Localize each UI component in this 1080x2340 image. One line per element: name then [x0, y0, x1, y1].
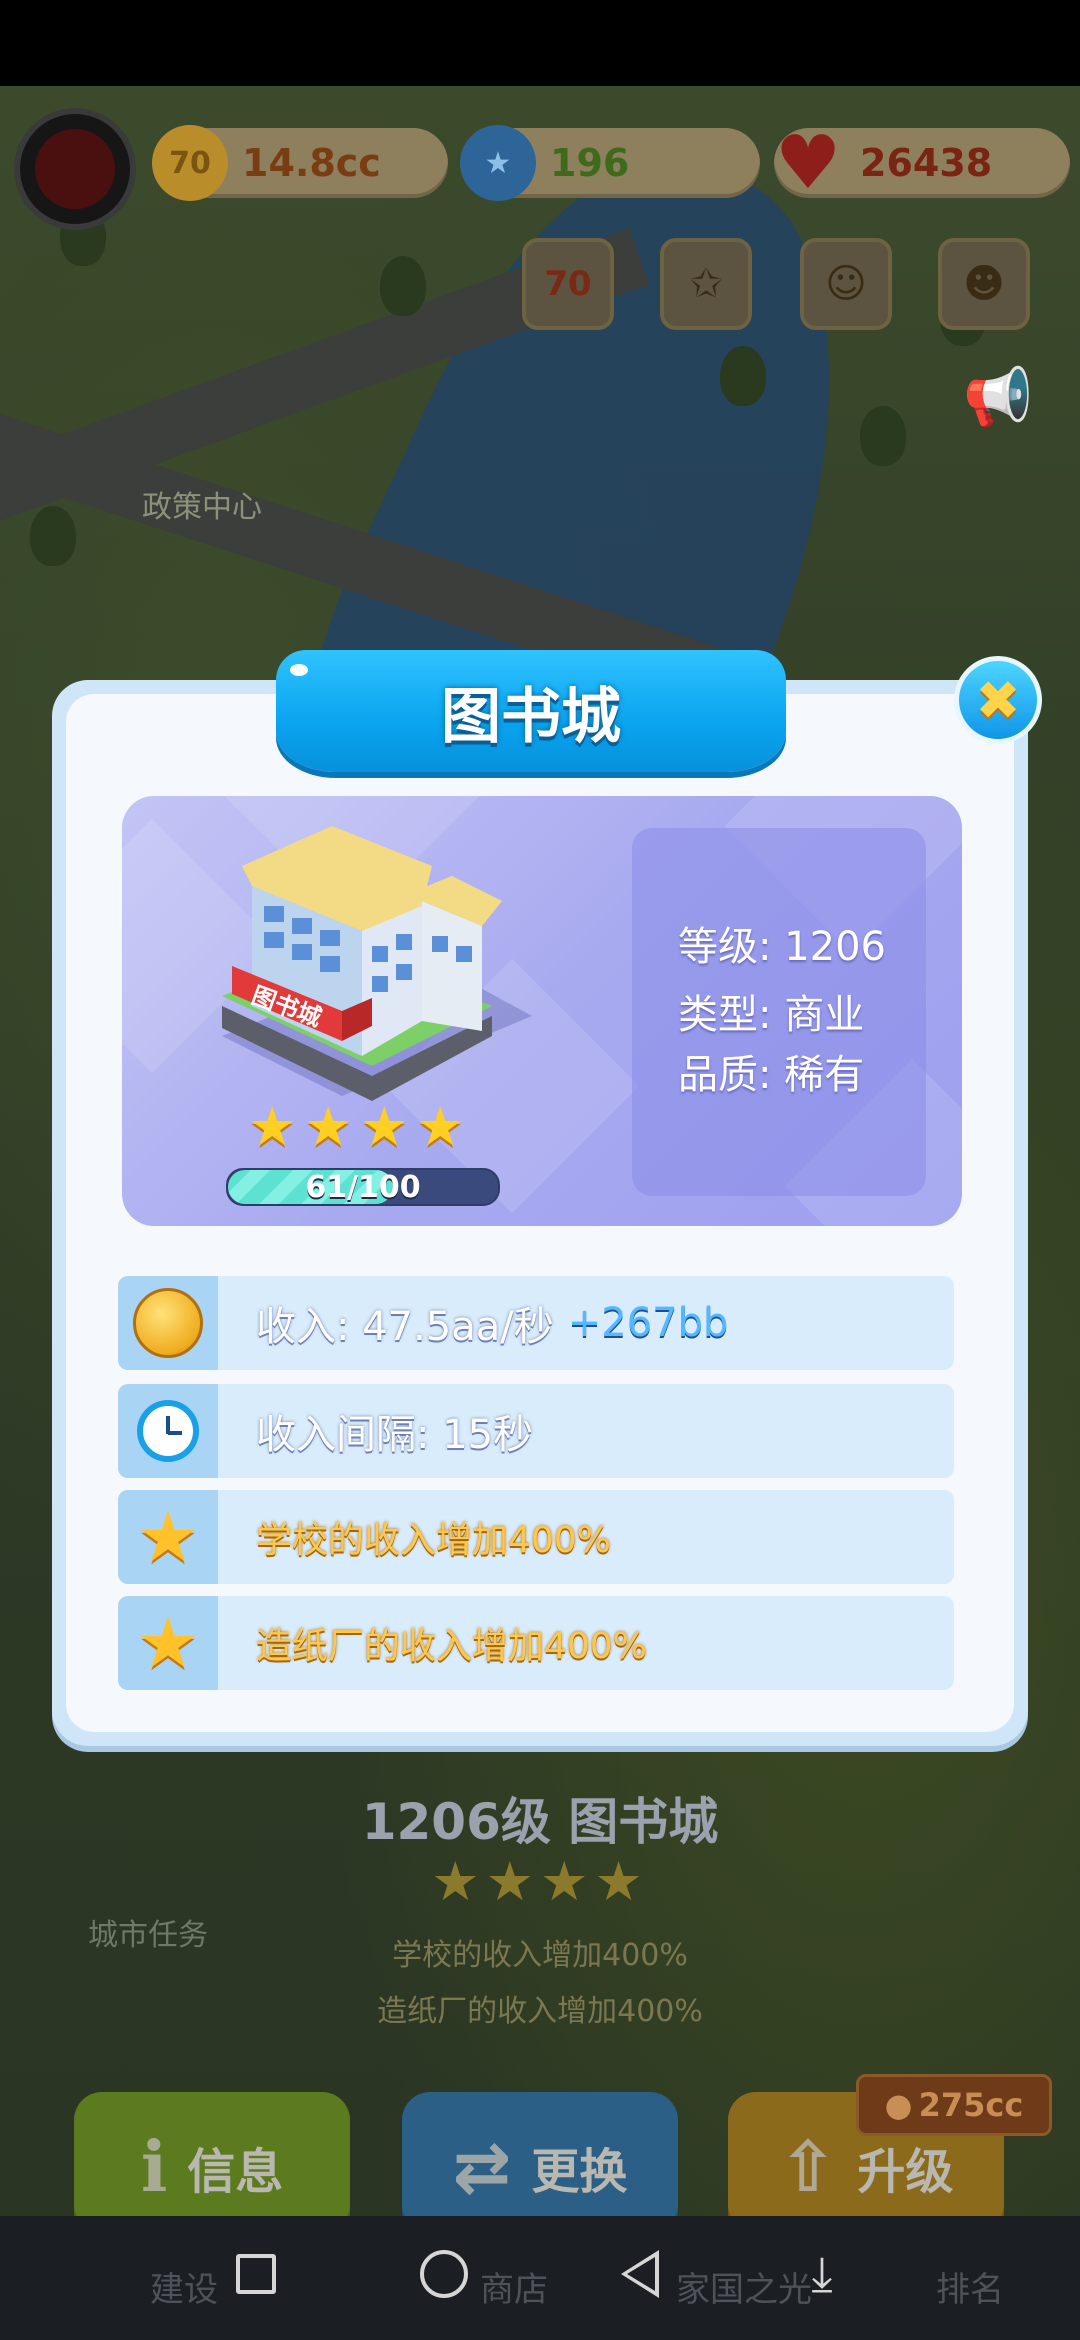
event-70-button[interactable]: 70 — [522, 238, 614, 330]
effect-row-paper-mill: ★ 造纸厂的收入增加400% — [118, 1596, 954, 1690]
effect-row-school: ★ 学校的收入增加400% — [118, 1490, 954, 1584]
tree — [860, 406, 906, 466]
back-nav-icon[interactable] — [610, 2244, 670, 2304]
status-bar — [0, 0, 1080, 86]
tab-rank[interactable]: 排名 — [936, 2262, 1004, 2311]
bg-building-title: 1206级 图书城 — [361, 1793, 719, 1851]
gold-coin-icon — [133, 1288, 203, 1358]
up-arrow-icon: ⇧ — [778, 2126, 838, 2208]
star-icon: ★ — [304, 1095, 353, 1158]
star-icon: ★ — [136, 1602, 200, 1684]
star-icon: ★ — [248, 1095, 297, 1158]
friends-button[interactable]: ☻ — [938, 238, 1030, 330]
handshake-button[interactable]: ✩ — [660, 238, 752, 330]
effect-text: 造纸厂的收入增加400% — [256, 1626, 647, 1667]
megaphone-icon[interactable]: 📢 — [948, 352, 1048, 442]
game-screen: 政策中心 70 14.8cc ★ 196 ♥ 26438 70 ✩ ☺ ☻ 📢 … — [0, 0, 1080, 2340]
player-avatar[interactable] — [14, 108, 136, 230]
recent-apps-nav-icon[interactable] — [226, 2244, 286, 2304]
star-value: 196 — [550, 141, 630, 185]
mascot-button[interactable]: ☺ — [800, 238, 892, 330]
heart-counter[interactable]: ♥ 26438 — [774, 120, 1070, 206]
city-task-label[interactable]: 城市任务 — [88, 1910, 208, 1954]
blue-star-icon: ★ — [460, 125, 536, 201]
star-progress-bar: 61/100 — [226, 1168, 500, 1206]
effect-text: 学校的收入增加400% — [256, 1520, 611, 1561]
interval-row: 收入间隔: 15秒 — [118, 1384, 954, 1478]
gold-counter[interactable]: 70 14.8cc — [152, 125, 448, 201]
tab-build[interactable]: 建设 — [150, 2262, 218, 2311]
tree — [380, 256, 426, 316]
building-stats: 等级: 1206 类型: 商业 品质: 稀有 — [632, 828, 926, 1196]
dialog-title: 图书城 — [276, 650, 786, 772]
gold-coin-icon: 70 — [152, 125, 228, 201]
building-info-card: 图书城 ★ ★ ★ ★ 61/100 等级: 1206 类型: 商业 品质: 稀… — [122, 796, 962, 1226]
close-icon: ✖ — [975, 668, 1021, 732]
interval-text: 收入间隔: 15秒 — [256, 1412, 534, 1458]
type-stat: 类型: 商业 — [678, 992, 865, 1038]
library-building-image: 图书城 — [222, 826, 532, 1101]
swap-icon: ⇄ — [452, 2126, 512, 2208]
star-counter[interactable]: ★ 196 — [460, 125, 760, 201]
home-nav-icon[interactable] — [414, 2244, 474, 2304]
progress-text: 61/100 — [305, 1169, 421, 1205]
tab-shop[interactable]: 商店 — [480, 2262, 548, 2311]
building-star-rating: ★ ★ ★ ★ — [248, 1095, 466, 1158]
close-button[interactable]: ✖ — [954, 656, 1042, 744]
tree — [30, 506, 76, 566]
income-row: 收入: 47.5aa/秒 +267bb — [118, 1276, 954, 1370]
bg-effect-2: 造纸厂的收入增加400% — [377, 1994, 703, 2029]
quality-stat: 品质: 稀有 — [678, 1052, 865, 1098]
notification-pulldown-icon[interactable]: ⤓ — [792, 2244, 852, 2304]
heart-value: 26438 — [860, 141, 993, 185]
level-stat: 等级: 1206 — [678, 924, 886, 970]
coin-icon: ● — [884, 2086, 913, 2124]
income-bonus: +267bb — [567, 1300, 729, 1346]
tree — [720, 346, 766, 406]
star-icon: ★ — [416, 1095, 465, 1158]
star-icon: ★ — [136, 1496, 200, 1578]
info-icon: ℹ — [140, 2126, 168, 2208]
upgrade-cost-badge: ● 275cc — [856, 2074, 1052, 2136]
star-icon: ★ — [360, 1095, 409, 1158]
gold-value: 14.8cc — [242, 141, 381, 185]
income-text: 收入: 47.5aa/秒 — [256, 1304, 554, 1350]
clock-icon — [137, 1400, 199, 1462]
policy-center-label[interactable]: 政策中心 — [142, 482, 262, 526]
heart-icon: ♥ — [774, 120, 842, 206]
bg-stars: ★★★★ — [431, 1850, 649, 1913]
